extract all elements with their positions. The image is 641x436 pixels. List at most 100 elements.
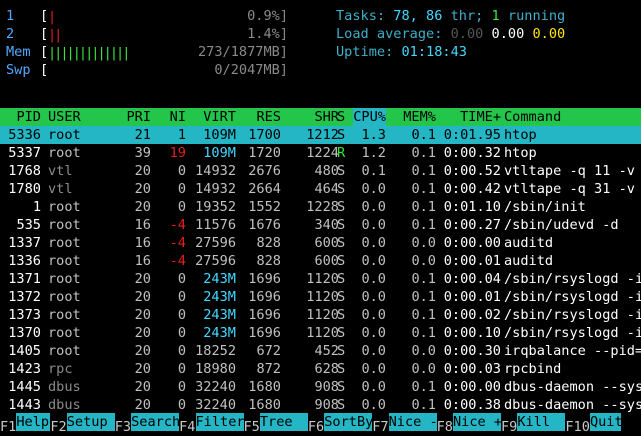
cell-user: root xyxy=(48,217,81,233)
fkey-label[interactable]: Nice - xyxy=(388,413,437,431)
cell-res: 1720 xyxy=(248,145,281,161)
fkey-filter[interactable]: F4 xyxy=(179,418,196,436)
cell-cpu: 0.1 xyxy=(361,163,386,179)
table-row[interactable]: 1780 vtl 20 0 14932 2664 464 S 0.0 0.1 0:00.42 vtlt… xyxy=(0,180,641,198)
cell-shr: 1228 xyxy=(306,199,339,215)
cell-res: 1552 xyxy=(248,199,281,215)
cell-ni: 0 xyxy=(177,181,186,197)
cell-pid: 1371 xyxy=(8,271,41,287)
col-shr[interactable]: SHR xyxy=(314,108,339,126)
cpu1-meter: 1 [ | 0.9%] xyxy=(0,8,300,26)
fkey-tree[interactable]: F5 xyxy=(243,418,260,436)
cell-cpu: 1.2 xyxy=(361,145,386,161)
cell-cpu: 0.0 xyxy=(361,289,386,305)
fkey-label[interactable]: Kill xyxy=(517,413,566,431)
cell-cmd: /sbin/init xyxy=(504,199,586,215)
table-row[interactable]: 1372 root 20 0 243M 1696 1120 S 0.0 0.1 0:00.01/sb… xyxy=(0,288,641,306)
running-label: running xyxy=(507,8,566,24)
col-pid[interactable]: PID xyxy=(16,108,41,126)
fkey-nice[interactable]: F7 xyxy=(372,418,389,436)
cell-shr: 600 xyxy=(314,235,339,251)
cell-pri: 20 xyxy=(134,181,151,197)
table-row[interactable]: 1371 root 20 0 243M 1696 1120 S 0.0 0.1 0:00.04/sb… xyxy=(0,270,641,288)
fkey-kill[interactable]: F9 xyxy=(501,418,518,436)
tasks-count: 78, xyxy=(393,8,418,24)
cell-virt: 11576 xyxy=(195,217,236,233)
cell-user: dbus xyxy=(48,397,81,413)
cell-cpu: 1.3 xyxy=(361,127,386,143)
fkey-label[interactable]: Nice + xyxy=(453,413,501,431)
table-row[interactable]: 1423 rpc 20 0 18980 872 628 S 0.0 0.0 0:00.03 rpcbi… xyxy=(0,360,641,378)
table-row[interactable]: 1443 dbus 20 0 32240 1680 908 S 0.0 0.1 0:00.38 dbu… xyxy=(0,396,641,414)
col-cpu[interactable]: CPU% xyxy=(353,108,386,126)
meter-fill: | xyxy=(48,9,56,25)
cell-mem: 0.1 xyxy=(411,379,436,395)
fkey-sortby[interactable]: F6 xyxy=(307,418,325,436)
fkey-label[interactable]: Search xyxy=(131,413,180,431)
table-row[interactable]: 1370 root 20 0 243M 1696 1120 S 0.0 0.1 0:00.10/sb… xyxy=(0,324,641,342)
cell-time: 0:00.00 xyxy=(443,379,501,395)
col-time[interactable]: TIME+ xyxy=(460,108,501,126)
fkey-search[interactable]: F3 xyxy=(114,418,132,436)
table-row[interactable]: 1405 root 20 0 18252 672 452 S 0.0 0.0 0:00.30 irqb… xyxy=(0,342,641,360)
cell-mem: 0.0 xyxy=(411,361,436,377)
fkey-label[interactable]: Quit xyxy=(589,413,621,431)
uptime-label: Uptime: xyxy=(336,44,394,60)
cell-mem: 0.1 xyxy=(411,199,436,215)
cell-pid: 1768 xyxy=(8,163,41,179)
fkey-label[interactable]: Tree xyxy=(259,413,308,431)
table-row[interactable]: 1768 vtl 20 0 14932 2676 480 S 0.1 0.1 0:00.52 vtlt… xyxy=(0,162,641,180)
cell-pri: 20 xyxy=(134,379,151,395)
cell-pid: 1 xyxy=(32,199,41,215)
col-command[interactable]: Command xyxy=(504,108,561,126)
meter-fill: || xyxy=(48,27,62,43)
fkey-label[interactable]: Setup xyxy=(66,413,115,431)
col-virt[interactable]: VIRT xyxy=(203,108,236,126)
meter-value: 0.9%] xyxy=(247,8,288,24)
col-state[interactable]: S xyxy=(337,108,345,126)
table-row[interactable]: 1 root 20 0 19352 1552 1228 S 0.0 0.1 0:01.10/sbin… xyxy=(0,198,641,216)
cell-cmd: /sbin/rsyslogd -i xyxy=(504,271,641,287)
cell-pri: 39 xyxy=(134,145,151,161)
fkey-help[interactable]: F1 xyxy=(0,418,17,436)
col-mem[interactable]: MEM% xyxy=(403,108,436,126)
table-row[interactable]: 535 root 16 -4 11576 1676 340 S 0.0 0.1 0:00.27/sb… xyxy=(0,216,641,234)
fkey-label[interactable]: Filter xyxy=(195,413,244,431)
cell-user: root xyxy=(48,253,81,269)
cell-virt: 109M xyxy=(203,145,236,161)
table-row[interactable]: 1336 root 16 -4 27596 828 600 S 0.0 0.0 0:00.01 aud… xyxy=(0,252,641,270)
cell-time: 0:00.01 xyxy=(443,253,501,269)
fkey-nice[interactable]: F8 xyxy=(436,418,453,436)
cell-s: S xyxy=(337,235,346,251)
col-res[interactable]: RES xyxy=(256,108,281,126)
table-row[interactable]: 1337 root 16 -4 27596 828 600 S 0.0 0.0 0:00.00 aud… xyxy=(0,234,641,252)
fkey-quit[interactable]: F10 xyxy=(565,418,590,436)
cell-pri: 20 xyxy=(134,271,151,287)
col-ni[interactable]: NI xyxy=(170,108,186,126)
table-row[interactable]: 5337 root 39 19 109M 1720 1224 R 1.2 0.1 0:00.32 ht… xyxy=(0,144,641,162)
cell-shr: 628 xyxy=(314,361,339,377)
cell-cmd: irqbalance --pid= xyxy=(504,343,641,359)
col-pri[interactable]: PRI xyxy=(126,108,151,126)
col-user[interactable]: USER xyxy=(48,108,81,126)
cell-cpu: 0.0 xyxy=(361,307,386,323)
meter-value: 0/2047MB] xyxy=(214,62,288,78)
cell-time: 0:00.27 xyxy=(443,217,501,233)
fkey-label[interactable]: SortBy xyxy=(324,413,373,431)
cell-pri: 21 xyxy=(134,127,151,143)
cell-user: dbus xyxy=(48,379,81,395)
cell-ni: 0 xyxy=(177,343,186,359)
cell-user: vtl xyxy=(48,163,73,179)
cell-mem: 0.0 xyxy=(411,343,436,359)
table-row[interactable]: 1445 dbus 20 0 32240 1680 908 S 0.0 0.1 0:00.00 dbu… xyxy=(0,378,641,396)
fkey-label[interactable]: Help xyxy=(16,413,51,431)
table-row[interactable]: 1373 root 20 0 243M 1696 1120 S 0.0 0.1 0:00.02/sb… xyxy=(0,306,641,324)
cell-mem: 0.1 xyxy=(411,145,436,161)
load5-value: 0.00 xyxy=(491,26,525,42)
cell-mem: 0.1 xyxy=(411,325,436,341)
cell-pri: 16 xyxy=(134,217,151,233)
bracket-left: [ xyxy=(40,8,49,24)
cell-pid: 1445 xyxy=(8,379,41,395)
fkey-setup[interactable]: F2 xyxy=(50,418,67,436)
table-row[interactable]: 5336 root 21 1 109M 1700 1212 S 1.3 0.1 0:01.95 hto… xyxy=(0,126,641,144)
